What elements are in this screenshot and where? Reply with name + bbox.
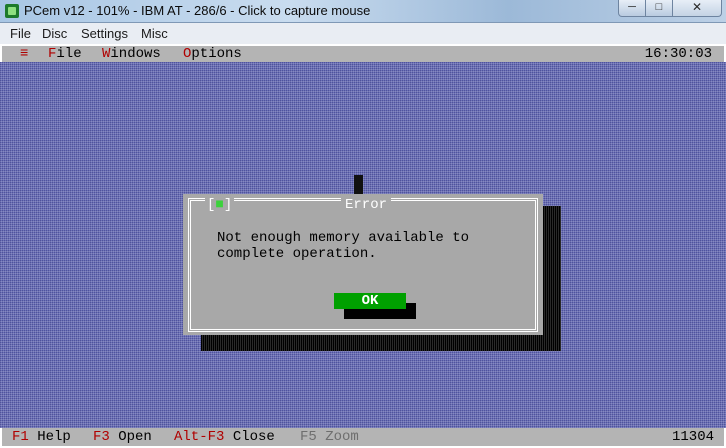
ok-button[interactable]: OK xyxy=(334,293,406,309)
menu-misc[interactable]: Misc xyxy=(141,26,168,41)
menu-file[interactable]: File xyxy=(10,26,31,41)
dialog-frame: [■] Error Not enough memory available to… xyxy=(188,198,538,332)
minimize-button[interactable]: ─ xyxy=(618,0,646,17)
desktop-background: [■] Error Not enough memory available to… xyxy=(0,62,726,428)
close-bracket-right: ] xyxy=(223,197,233,213)
host-menu-bar: File Disc Settings Misc xyxy=(0,23,726,45)
dos-menu-options[interactable]: Options xyxy=(183,46,242,62)
dos-menu-options-label: ptions xyxy=(191,46,242,62)
status-open-label: Open xyxy=(118,429,152,445)
dos-menu-windows[interactable]: Windows xyxy=(102,46,161,62)
status-zoom-label: Zoom xyxy=(325,429,359,445)
status-help[interactable]: F1 Help xyxy=(12,428,71,446)
memory-counter: 11304 xyxy=(671,429,714,445)
status-help-key: F1 xyxy=(12,429,29,445)
error-message-line-2: complete operation. xyxy=(217,246,377,262)
dos-menu-windows-label: indows xyxy=(110,46,161,62)
status-open-key: F3 xyxy=(93,429,110,445)
status-open[interactable]: F3 Open xyxy=(93,428,152,446)
dos-status-bar: F1 Help F3 Open Alt-F3 Close F5 Zoom 113… xyxy=(0,428,726,448)
dialog-close-icon[interactable]: [■] xyxy=(205,197,235,213)
dos-menu-file-label: ile xyxy=(56,46,82,62)
dos-menu-file[interactable]: File xyxy=(48,46,82,62)
window-edge-fragment xyxy=(354,175,363,195)
close-mark-icon: ■ xyxy=(215,197,224,213)
window-title-bar[interactable]: PCem v12 - 101% - IBM AT - 286/6 - Click… xyxy=(0,0,726,23)
status-zoom-key: F5 xyxy=(300,429,317,445)
app-icon[interactable] xyxy=(5,4,19,18)
maximize-button[interactable]: □ xyxy=(645,0,673,17)
close-button[interactable]: ✕ xyxy=(672,0,722,17)
menu-disc[interactable]: Disc xyxy=(42,26,67,41)
dos-menu-bar: ≡ File Windows Options 16:30:03 xyxy=(0,44,726,62)
error-message-line-1: Not enough memory available to xyxy=(217,230,470,246)
status-help-label: Help xyxy=(37,429,71,445)
status-close[interactable]: Alt-F3 Close xyxy=(174,428,275,446)
window-title: PCem v12 - 101% - IBM AT - 286/6 - Click… xyxy=(24,3,371,18)
status-close-label: Close xyxy=(232,429,275,445)
error-dialog: [■] Error Not enough memory available to… xyxy=(183,194,543,335)
system-menu-icon[interactable]: ≡ xyxy=(20,46,28,62)
clock: 16:30:03 xyxy=(644,46,712,62)
emulator-screen[interactable]: ≡ File Windows Options 16:30:03 [■] Erro… xyxy=(0,44,726,448)
dialog-title: Error xyxy=(341,198,392,212)
status-zoom[interactable]: F5 Zoom xyxy=(300,428,359,446)
menu-settings[interactable]: Settings xyxy=(81,26,128,41)
status-close-key: Alt-F3 xyxy=(174,429,225,445)
